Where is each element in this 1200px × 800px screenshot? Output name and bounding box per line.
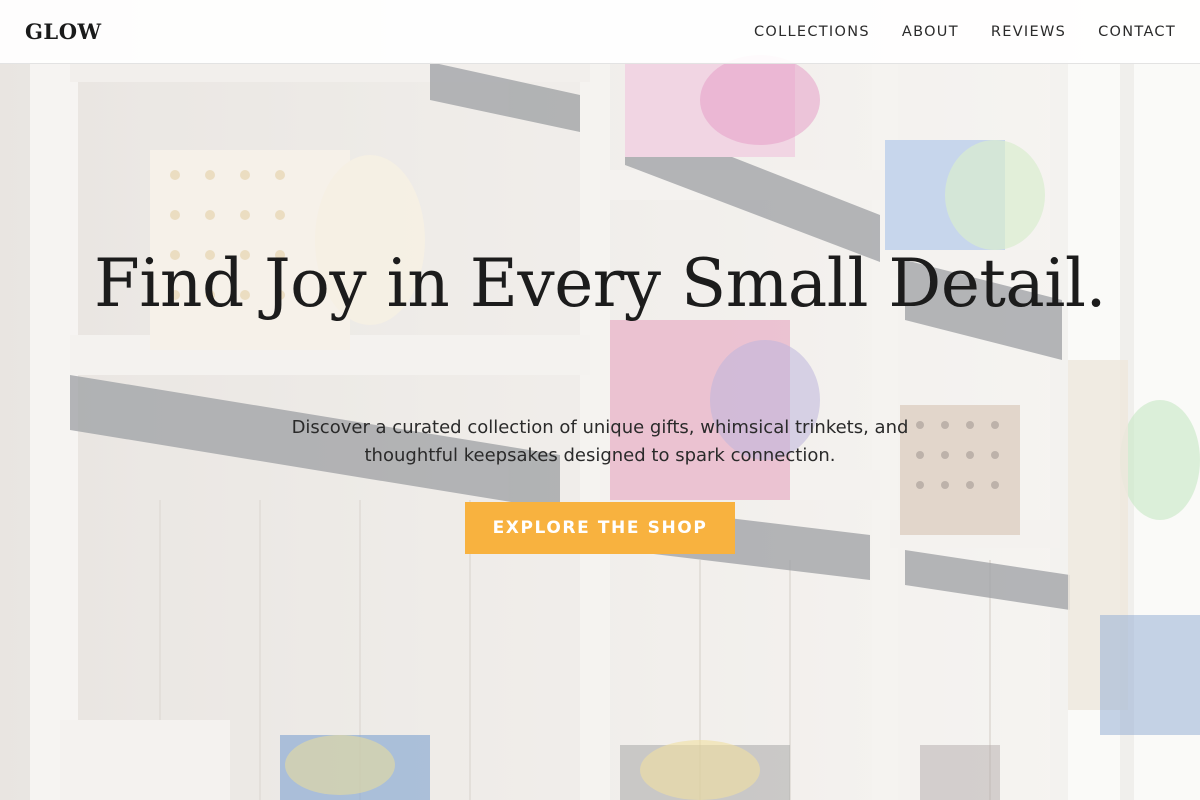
nav-link-about[interactable]: ABOUT	[902, 24, 959, 40]
nav-link-contact[interactable]: CONTACT	[1098, 24, 1176, 40]
nav-link-reviews[interactable]: REVIEWS	[991, 24, 1066, 40]
hero-subtitle: Discover a curated collection of unique …	[291, 417, 909, 466]
hero-section: Find Joy in Every Small Detail. Discover…	[0, 64, 1200, 800]
nav-link-collections[interactable]: COLLECTIONS	[754, 24, 870, 40]
site-header: GLOW COLLECTIONS ABOUT REVIEWS CONTACT	[0, 0, 1200, 64]
brand-logo[interactable]: GLOW	[25, 19, 102, 44]
explore-shop-button[interactable]: EXPLORE THE SHOP	[465, 502, 735, 554]
hero-title: Find Joy in Every Small Detail.	[94, 245, 1106, 322]
main-nav: COLLECTIONS ABOUT REVIEWS CONTACT	[754, 24, 1176, 40]
